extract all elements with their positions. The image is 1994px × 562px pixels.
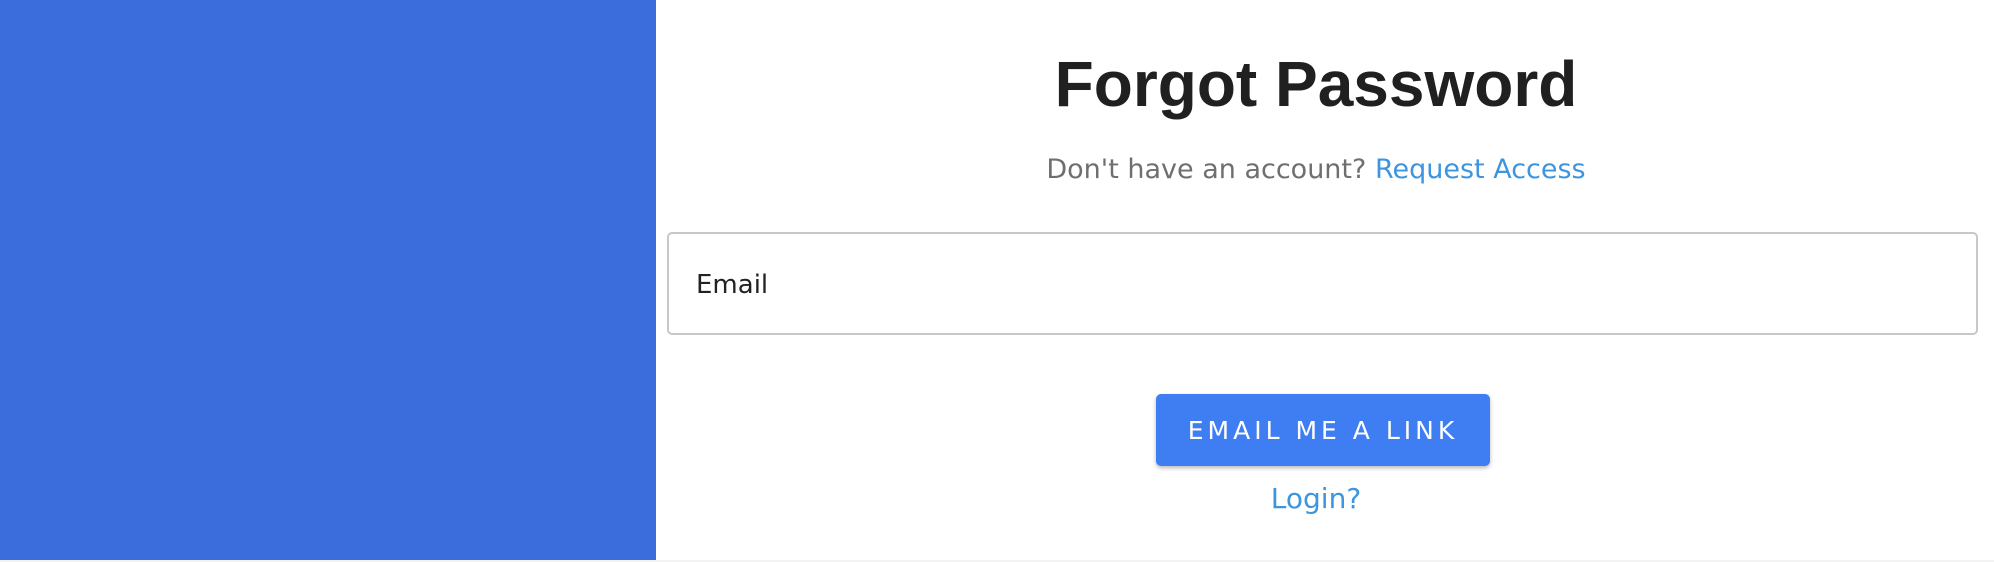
email-field[interactable]: Email	[667, 232, 1978, 335]
brand-panel	[0, 0, 656, 560]
forgot-password-screen: Forgot Password Don't have an account? R…	[0, 0, 1994, 560]
login-link[interactable]: Login?	[1271, 482, 1361, 515]
account-question-text: Don't have an account?	[1046, 154, 1367, 185]
request-access-link[interactable]: Request Access	[1375, 154, 1586, 185]
forgot-password-form-panel: Forgot Password Don't have an account? R…	[656, 0, 1994, 560]
login-link-container: Login?	[656, 478, 1976, 520]
email-input[interactable]	[696, 260, 1950, 310]
account-access-prompt: Don't have an account? Request Access	[656, 150, 1976, 190]
email-link-button[interactable]: EMAIL ME A LINK	[1156, 394, 1490, 466]
page-title: Forgot Password	[1054, 48, 1578, 120]
